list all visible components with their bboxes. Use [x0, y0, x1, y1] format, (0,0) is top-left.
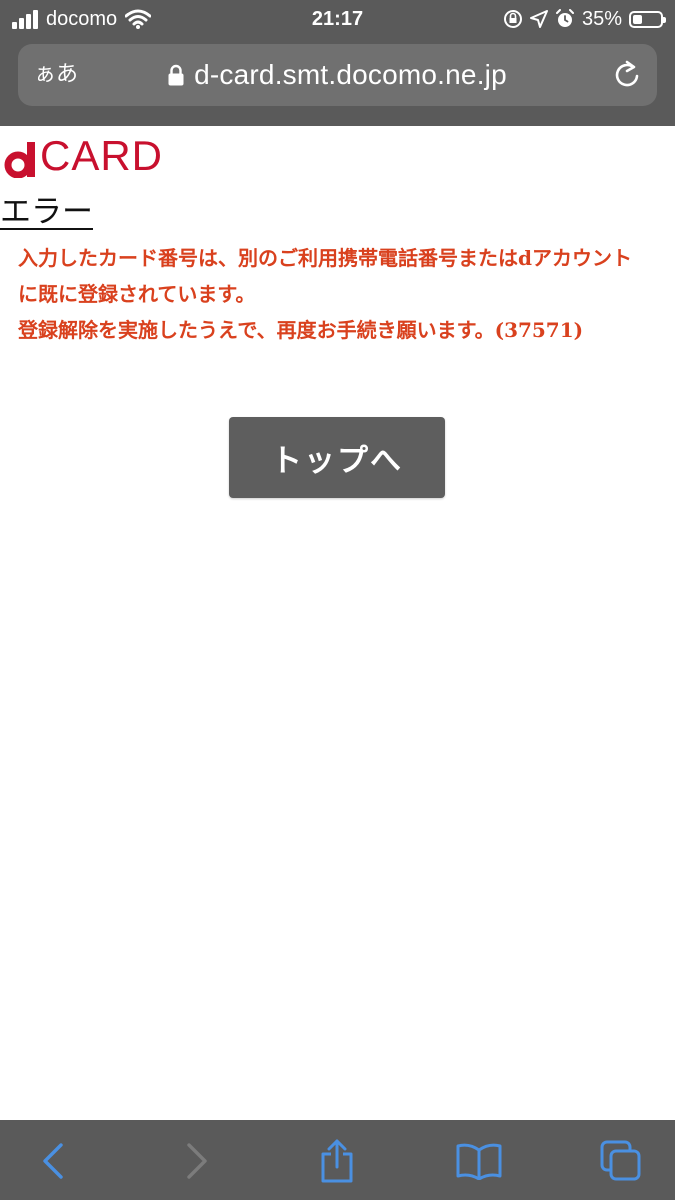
browser-screen: docomo 21:17 35% ぁあ d-card.smt.docomo.ne…: [0, 0, 675, 1200]
status-bar: docomo 21:17 35%: [0, 0, 675, 38]
battery-percent: 35%: [581, 7, 622, 30]
page-title: エラー: [0, 194, 93, 230]
forward-icon: [187, 1143, 207, 1179]
address-area: ぁあ d-card.smt.docomo.ne.jp: [0, 38, 675, 126]
error-message: 入力したカード番号は、別のご利用携帯電話番号またはdアカウントに既に登録されてい…: [18, 240, 648, 348]
status-right: 35%: [503, 5, 666, 33]
browser-toolbar: [0, 1120, 675, 1200]
error-message-line: 登録解除を実施したうえで、再度お手続き願います。(37571): [18, 318, 584, 342]
tabs-button[interactable]: [598, 1138, 644, 1184]
back-icon: [43, 1143, 63, 1179]
lock-icon: [168, 64, 184, 86]
share-icon: [321, 1139, 353, 1183]
tabs-icon: [600, 1140, 641, 1181]
logo-text: CARD: [40, 132, 164, 179]
url-field[interactable]: d-card.smt.docomo.ne.jp: [18, 44, 657, 106]
share-button[interactable]: [314, 1138, 360, 1184]
url-text: d-card.smt.docomo.ne.jp: [194, 59, 507, 90]
alarm-icon: [555, 9, 574, 27]
error-message-line: 入力したカード番号は、別のご利用携帯電話番号またはdアカウントに既に登録されてい…: [18, 246, 632, 306]
battery-icon: [629, 10, 666, 28]
forward-button[interactable]: [174, 1138, 220, 1184]
bookmarks-button[interactable]: [456, 1138, 502, 1184]
bookmarks-icon: [456, 1143, 502, 1180]
top-page-button[interactable]: トップへ: [229, 417, 445, 498]
location-icon: [529, 10, 548, 28]
d-logo-mark: d: [4, 142, 35, 178]
battery-level: [633, 14, 642, 24]
back-button[interactable]: [30, 1138, 76, 1184]
address-bar[interactable]: ぁあ d-card.smt.docomo.ne.jp: [18, 44, 657, 106]
d-card-logo: d CARD: [2, 134, 163, 178]
reload-icon[interactable]: [611, 59, 643, 91]
orientation-lock-icon: [503, 10, 522, 28]
